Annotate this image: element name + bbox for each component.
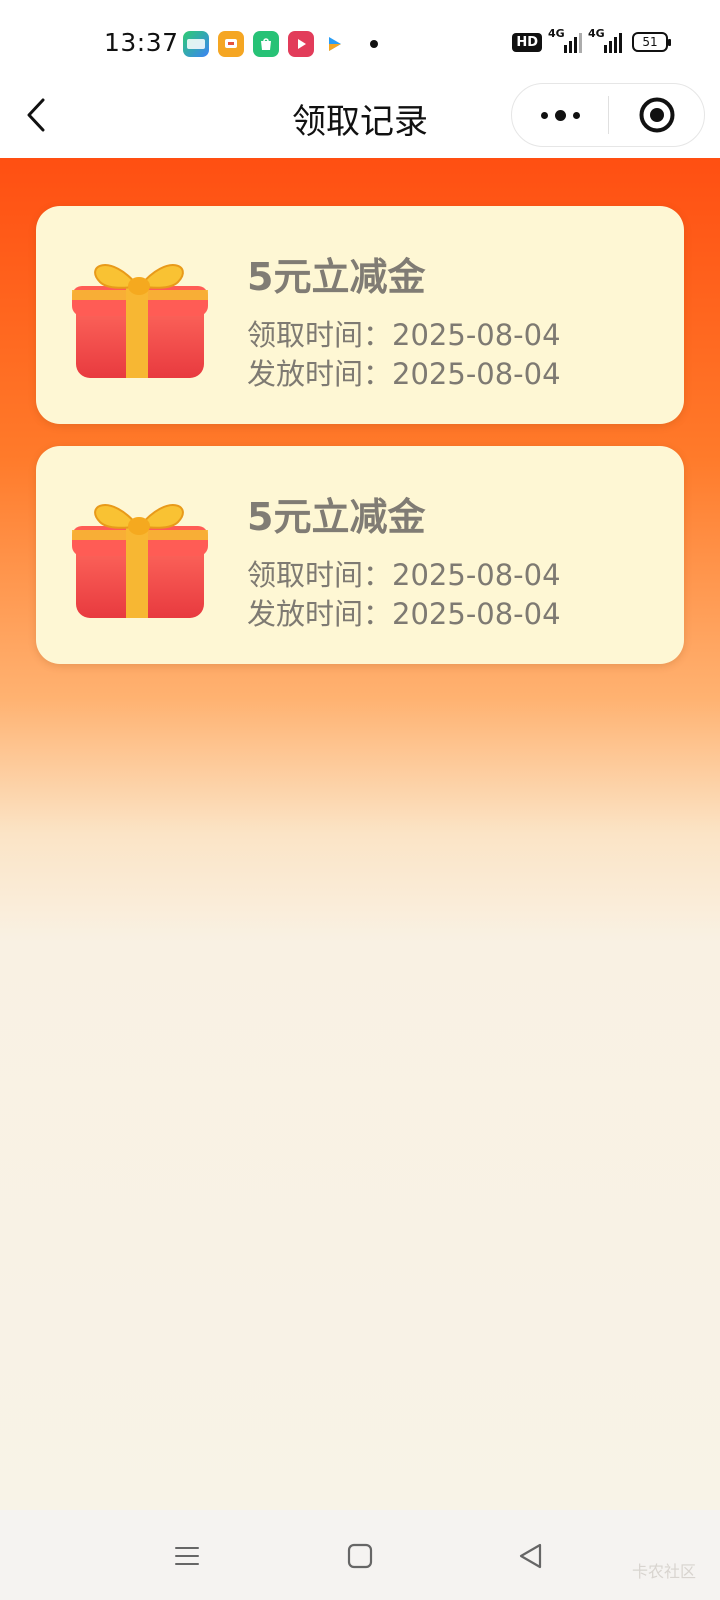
claim-time-label: 领取时间： (247, 318, 393, 352)
record-card[interactable]: 5元立减金 领取时间：2025-08-04 发放时间：2025-08-04 (36, 446, 684, 664)
gift-box-icon (72, 264, 208, 378)
signal-icon-1: 4G (548, 27, 582, 53)
recent-apps-button[interactable] (169, 1538, 205, 1574)
system-nav-bar: 卡农社区 (0, 1510, 720, 1600)
issue-time-label: 发放时间： (247, 597, 393, 631)
notification-dot (370, 40, 378, 48)
issue-time-value: 2025-08-04 (392, 357, 561, 391)
battery-level: 51 (642, 35, 658, 49)
record-title: 5元立减金 (247, 255, 426, 299)
record-title: 5元立减金 (247, 495, 426, 539)
status-time: 13:37 (104, 28, 179, 57)
system-back-button[interactable] (513, 1538, 549, 1574)
target-close-icon (639, 97, 674, 133)
claim-time-value: 2025-08-04 (392, 318, 561, 352)
watermark: 卡农社区 (631, 1562, 696, 1581)
triangle-back-icon (519, 1543, 542, 1569)
battery-icon: 51 (632, 32, 671, 52)
hd-icon: HD (512, 32, 542, 52)
record-card[interactable]: 5元立减金 领取时间：2025-08-04 发放时间：2025-08-04 (36, 206, 684, 424)
issue-time: 发放时间：2025-08-04 (247, 591, 561, 633)
issue-time: 发放时间：2025-08-04 (247, 351, 561, 393)
gift-box-icon (72, 504, 208, 618)
claim-time-value: 2025-08-04 (392, 558, 561, 592)
records-list: 5元立减金 领取时间：2025-08-04 发放时间：2025-08-04 5元… (0, 158, 720, 1510)
signal-icon-2: 4G (588, 27, 622, 53)
notification-icons (183, 31, 378, 57)
mini-program-capsule (511, 83, 705, 147)
play-app-icon (288, 31, 314, 57)
claim-time: 领取时间：2025-08-04 (247, 552, 561, 594)
claim-time-label: 领取时间： (247, 558, 393, 592)
issue-time-value: 2025-08-04 (392, 597, 561, 631)
home-button[interactable] (342, 1538, 378, 1574)
claim-time: 领取时间：2025-08-04 (247, 312, 561, 354)
issue-time-label: 发放时间： (247, 357, 393, 391)
close-button[interactable] (609, 84, 704, 146)
square-home-icon (347, 1543, 373, 1569)
arrow-app-icon (323, 31, 349, 57)
shopping-bag-app-icon (253, 31, 279, 57)
more-button[interactable] (512, 84, 608, 146)
video-app-icon (218, 31, 244, 57)
iqiyi-app-icon (183, 31, 209, 57)
system-status: HD 4G 4G 51 (512, 27, 671, 53)
menu-lines-icon (175, 1547, 199, 1565)
nav-bar: 领取记录 (0, 74, 720, 158)
